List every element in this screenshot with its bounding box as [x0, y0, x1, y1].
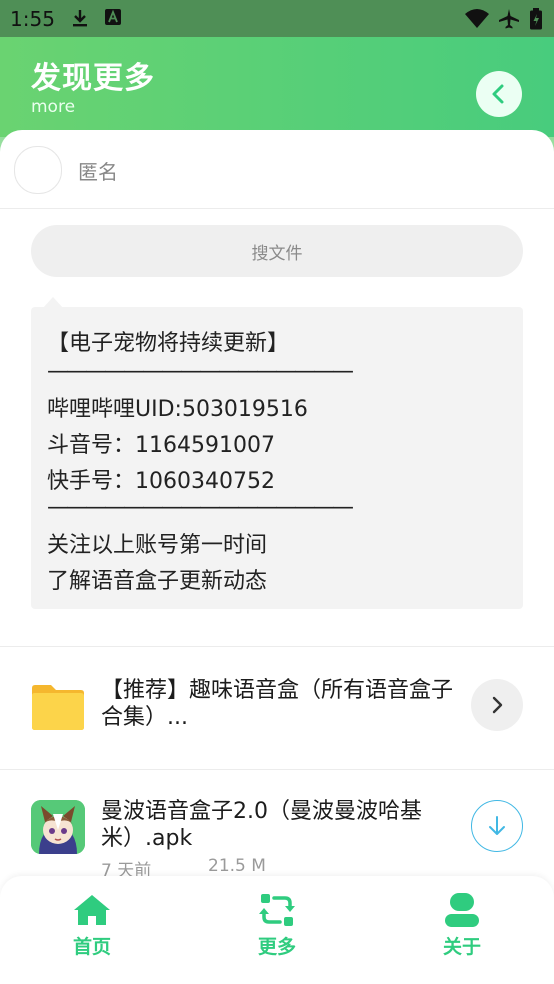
avatar[interactable]: [14, 146, 62, 194]
chevron-left-icon: [492, 84, 504, 104]
notice-line: 关注以上账号第一时间: [47, 533, 268, 558]
notice-line: 快手号：1060340752: [47, 469, 275, 494]
download-icon: [489, 816, 505, 835]
home-icon: [74, 895, 110, 925]
nav-label: 更多: [257, 936, 296, 958]
search-files-button[interactable]: 搜文件: [31, 225, 523, 277]
notice-divider: ————————————————: [47, 359, 354, 384]
list-item-folder[interactable]: 【推荐】趣味语音盒（所有语音盒子合集）...: [0, 646, 554, 770]
notice-line: 了解语音盒子更新动态: [47, 569, 268, 594]
chevron-right-icon: [492, 696, 503, 714]
status-bar: 1:55: [0, 0, 554, 37]
list-item-file[interactable]: 曼波语音盒子2.0（曼波曼波哈基米）.apk 7 天前 21.5 M: [0, 769, 554, 891]
app-icon: [31, 800, 85, 854]
battery-icon: [529, 8, 543, 30]
wifi-icon: [464, 8, 490, 28]
page-title: 发现更多: [31, 61, 155, 96]
item-title[interactable]: 【推荐】趣味语音盒（所有语音盒子合集）...: [101, 677, 471, 731]
nav-item-home[interactable]: 首页: [37, 892, 147, 959]
content-card: 匿名 搜文件 【电子宠物将持续更新】 ———————————————— 哔哩哔哩…: [0, 130, 554, 890]
download-icon: [70, 8, 90, 28]
nav-item-more[interactable]: 更多: [222, 892, 332, 959]
nav-item-about[interactable]: 关于: [407, 892, 517, 959]
nav-label: 关于: [442, 936, 481, 958]
airplane-mode-icon: [498, 8, 520, 29]
download-button[interactable]: [471, 800, 523, 852]
screen: 1:55 发现更多 more 匿名 搜文件 【电子宠物将持续更新】 ——————…: [0, 0, 554, 984]
notice-bubble: 【电子宠物将持续更新】 ———————————————— 哔哩哔哩UID:503…: [31, 307, 523, 609]
app-notification-icon: [104, 8, 124, 28]
nav-label: 首页: [72, 936, 111, 958]
page-subtitle: more: [31, 97, 76, 117]
username: 匿名: [78, 160, 118, 184]
item-title[interactable]: 曼波语音盒子2.0（曼波曼波哈基米）.apk: [101, 798, 471, 852]
status-time: 1:55: [10, 7, 55, 31]
folder-icon: [32, 685, 84, 730]
notice-line: 斗音号：1164591007: [47, 433, 275, 458]
notice-line: 【电子宠物将持续更新】: [47, 331, 290, 356]
refresh-icon: [259, 894, 295, 926]
user-icon: [445, 893, 479, 927]
back-button[interactable]: [476, 71, 522, 117]
bottom-nav: 首页 更多 关于: [0, 876, 554, 984]
open-folder-button[interactable]: [471, 679, 523, 731]
notice-line: 哔哩哔哩UID:503019516: [47, 397, 308, 422]
header: 发现更多 more: [0, 37, 554, 137]
notice-divider: ————————————————: [47, 495, 354, 520]
user-row[interactable]: 匿名: [0, 130, 554, 209]
item-size: 21.5 M: [208, 856, 266, 876]
